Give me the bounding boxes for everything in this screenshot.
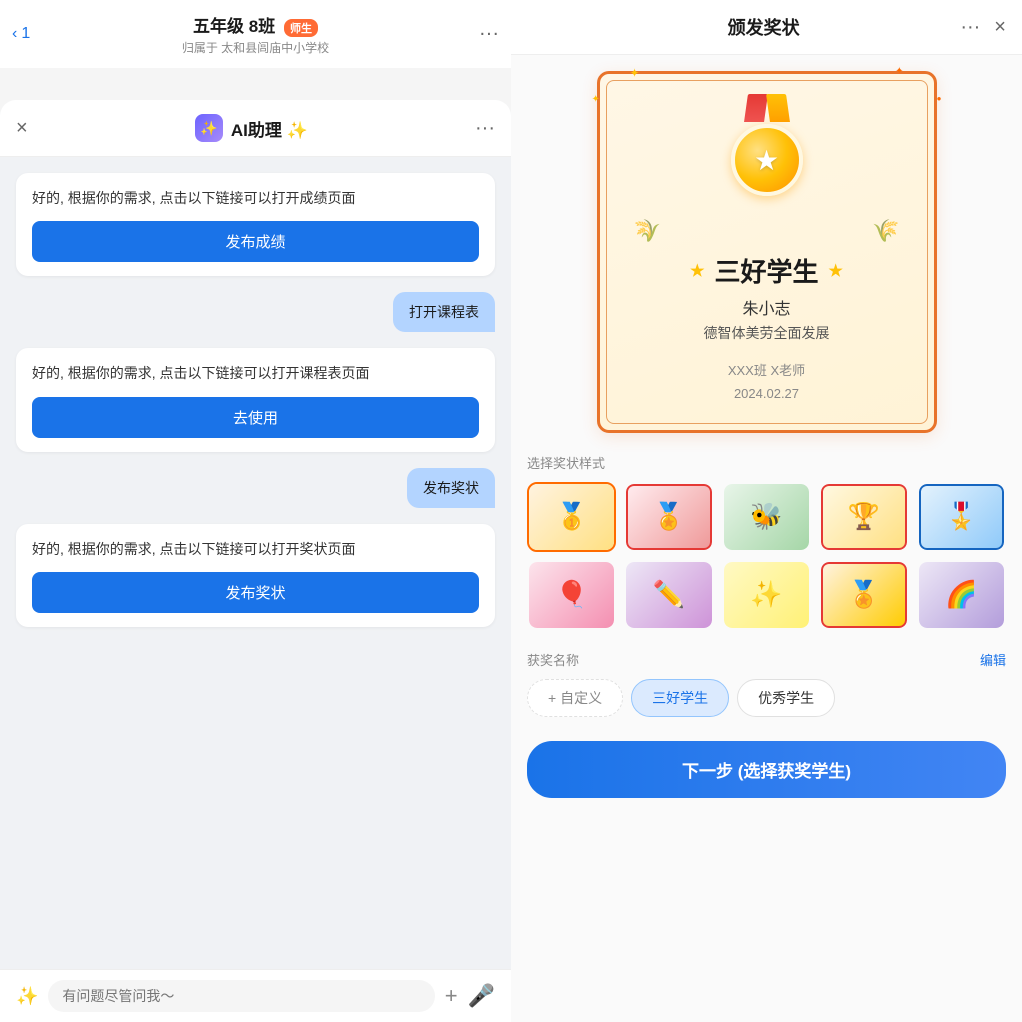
template-item-10[interactable]: 🌈 xyxy=(917,560,1006,630)
ai-add-button[interactable]: + xyxy=(445,983,458,1009)
ai-modal-title: ✨ AI助理 ✨ xyxy=(195,114,308,142)
template-2-inner: 🏅 xyxy=(626,484,711,550)
template-10-inner: 🌈 xyxy=(919,562,1004,628)
wheat-left-icon: 🌾 xyxy=(634,218,661,244)
chevron-left-icon: ‹ xyxy=(12,25,17,43)
ai-modal-header: × ✨ AI助理 ✨ ··· xyxy=(0,100,511,157)
user-message-1: 打开课程表 xyxy=(393,292,495,332)
ai-message-1: 好的, 根据你的需求, 点击以下链接可以打开成绩页面 发布成绩 xyxy=(16,173,495,276)
template-grid: 🥇 🏅 🐝 🏆 🎖️ 🎈 ✏️ ✨ xyxy=(527,482,1006,630)
template-1-inner: 🥇 xyxy=(529,484,614,550)
cert-description: 德智体美劳全面发展 xyxy=(624,323,910,343)
cert-medal: ★ xyxy=(722,94,812,204)
template-6-inner: 🎈 xyxy=(529,562,614,628)
chat-header: ‹ 1 五年级 8班 师生 归属于 太和县闾庙中小学校 ··· xyxy=(0,0,511,68)
wheat-right-icon: 🌾 xyxy=(872,218,899,244)
ribbon-left xyxy=(744,94,768,122)
publish-grade-button[interactable]: 发布成绩 xyxy=(32,221,479,262)
award-name-label: 获奖名称 xyxy=(527,650,579,669)
template-item-5[interactable]: 🎖️ xyxy=(917,482,1006,552)
template-item-8[interactable]: ✨ xyxy=(722,560,811,630)
header-more-button[interactable]: ··· xyxy=(479,23,499,46)
ai-input-bar: ✨ + 🎤 xyxy=(0,969,511,1022)
right-panel: 颁发奖状 ··· × ✦ ✦ ✦ ● ★ xyxy=(511,0,1022,1022)
ai-message-1-text: 好的, 根据你的需求, 点击以下链接可以打开成绩页面 xyxy=(32,187,479,209)
ai-sparkle-icon: ✨ xyxy=(16,986,38,1007)
cert-medal-area: ★ xyxy=(624,94,910,204)
award-name-edit-button[interactable]: 编辑 xyxy=(980,650,1006,669)
template-4-inner: 🏆 xyxy=(821,484,906,550)
award-close-button[interactable]: × xyxy=(994,16,1006,39)
ai-input-field[interactable] xyxy=(48,980,434,1012)
award-tag-youxiu[interactable]: 优秀学生 xyxy=(737,679,835,717)
publish-award-button[interactable]: 发布奖状 xyxy=(32,572,479,613)
cert-title-deco-left: ★ xyxy=(690,261,704,281)
template-item-4[interactable]: 🏆 xyxy=(819,482,908,552)
award-more-button[interactable]: ··· xyxy=(960,16,980,39)
template-5-inner: 🎖️ xyxy=(919,484,1004,550)
template-9-inner: 🏅 xyxy=(821,562,906,628)
template-8-inner: ✨ xyxy=(724,562,809,628)
award-name-section: 获奖名称 编辑 + 自定义 三好学生 优秀学生 xyxy=(527,650,1006,717)
deco-star-2: ✦ xyxy=(895,66,903,77)
award-header-title: 颁发奖状 xyxy=(728,14,800,40)
award-header-actions: ··· × xyxy=(960,16,1006,39)
cert-recipient-name: 朱小志 xyxy=(624,295,910,319)
award-tag-sanhao[interactable]: 三好学生 xyxy=(631,679,729,717)
teacher-badge: 师生 xyxy=(284,19,318,37)
deco-star-4: ● xyxy=(937,94,942,103)
template-item-3[interactable]: 🐝 xyxy=(722,482,811,552)
award-tag-custom[interactable]: + 自定义 xyxy=(527,679,623,717)
go-use-button[interactable]: 去使用 xyxy=(32,397,479,438)
back-button[interactable]: ‹ 1 xyxy=(12,25,30,43)
ai-modal: × ✨ AI助理 ✨ ··· 好的, 根据你的需求, 点击以下链接可以打开成绩页… xyxy=(0,100,511,1022)
next-step-button[interactable]: 下一步 (选择获奖学生) xyxy=(527,741,1006,798)
template-item-1[interactable]: 🥇 xyxy=(527,482,616,552)
deco-star-3: ✦ xyxy=(592,94,600,105)
medal-ribbon xyxy=(742,94,792,124)
deco-star-1: ✦ xyxy=(630,66,640,80)
award-name-header: 获奖名称 编辑 xyxy=(527,650,1006,669)
certificate-card: ✦ ✦ ✦ ● ★ 🌾 🌾 xyxy=(597,71,937,433)
template-item-6[interactable]: 🎈 xyxy=(527,560,616,630)
template-item-2[interactable]: 🏅 xyxy=(624,482,713,552)
template-item-7[interactable]: ✏️ xyxy=(624,560,713,630)
user-message-2: 发布奖状 xyxy=(407,468,495,508)
back-count: 1 xyxy=(21,25,30,43)
medal-star-icon: ★ xyxy=(754,144,779,177)
ai-message-3: 好的, 根据你的需求, 点击以下链接可以打开奖状页面 发布奖状 xyxy=(16,524,495,627)
template-3-inner: 🐝 xyxy=(724,484,809,550)
award-tags: + 自定义 三好学生 优秀学生 xyxy=(527,679,1006,717)
award-body: ✦ ✦ ✦ ● ★ 🌾 🌾 xyxy=(511,55,1022,1022)
ribbon-right xyxy=(766,94,790,122)
class-title: 五年级 8班 师生 xyxy=(16,12,495,37)
template-section-label: 选择奖状样式 xyxy=(527,453,1006,472)
ai-icon: ✨ xyxy=(195,114,223,142)
template-item-9[interactable]: 🏅 xyxy=(819,560,908,630)
ai-message-2: 好的, 根据你的需求, 点击以下链接可以打开课程表页面 去使用 xyxy=(16,348,495,451)
ai-close-button[interactable]: × xyxy=(16,117,28,140)
ai-chat-body: 好的, 根据你的需求, 点击以下链接可以打开成绩页面 发布成绩 打开课程表 好的… xyxy=(0,157,511,969)
medal-circle: ★ xyxy=(731,124,803,196)
cert-title: ★ 三好学生 ★ xyxy=(624,252,910,289)
left-panel: ‹ 1 五年级 8班 师生 归属于 太和县闾庙中小学校 ··· × ✨ AI助理… xyxy=(0,0,511,1022)
ai-more-button[interactable]: ··· xyxy=(475,117,495,140)
template-7-inner: ✏️ xyxy=(626,562,711,628)
cert-title-deco-right: ★ xyxy=(829,261,843,281)
class-subtitle: 归属于 太和县闾庙中小学校 xyxy=(16,39,495,56)
ai-message-2-text: 好的, 根据你的需求, 点击以下链接可以打开课程表页面 xyxy=(32,362,479,384)
ai-message-3-text: 好的, 根据你的需求, 点击以下链接可以打开奖状页面 xyxy=(32,538,479,560)
ai-mic-button[interactable]: 🎤 xyxy=(468,983,495,1009)
award-header: 颁发奖状 ··· × xyxy=(511,0,1022,55)
cert-class-info: XXX班 X老师 2024.02.27 xyxy=(624,359,910,406)
wheat-row: 🌾 🌾 xyxy=(624,218,910,244)
